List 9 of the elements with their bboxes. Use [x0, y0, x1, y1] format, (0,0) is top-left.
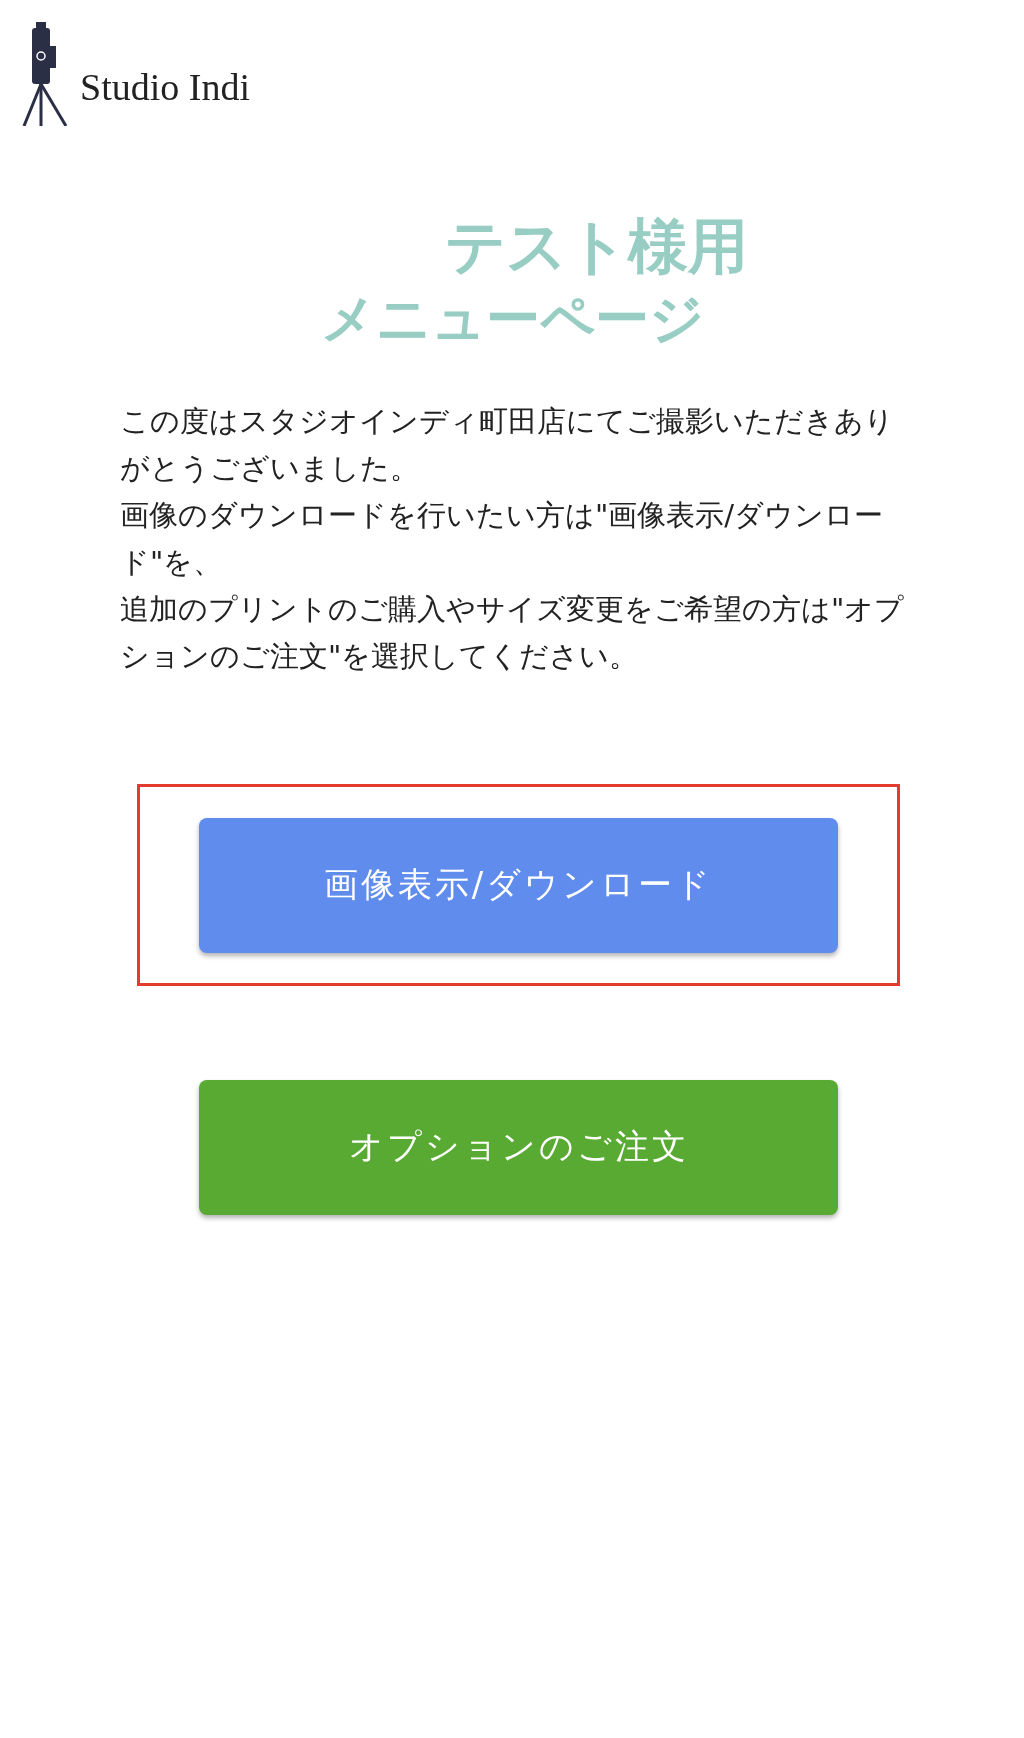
page-title: テスト様用 — [443, 210, 748, 283]
menu-button[interactable]: 画像表示/ダウンロード — [199, 817, 838, 953]
message-text: この度はスタジオインディ町田店にてご撮影いただきありがとうございました。 — [120, 403, 895, 487]
message-text: 画像のダウンロードを行いたい方は"画像表示/ダウンロード"を、 — [120, 497, 885, 581]
menu-button[interactable]: オプションのご注文 — [199, 1079, 838, 1215]
logo-text: Studio Indi — [80, 65, 250, 109]
camera-tripod-icon — [20, 22, 70, 126]
message-text: 追加のプリントのご購入やサイズ変更をご希望の方は"オプションのご注文"を選択してください。 — [120, 591, 906, 675]
page-subtitle: メニューページ — [320, 286, 704, 352]
